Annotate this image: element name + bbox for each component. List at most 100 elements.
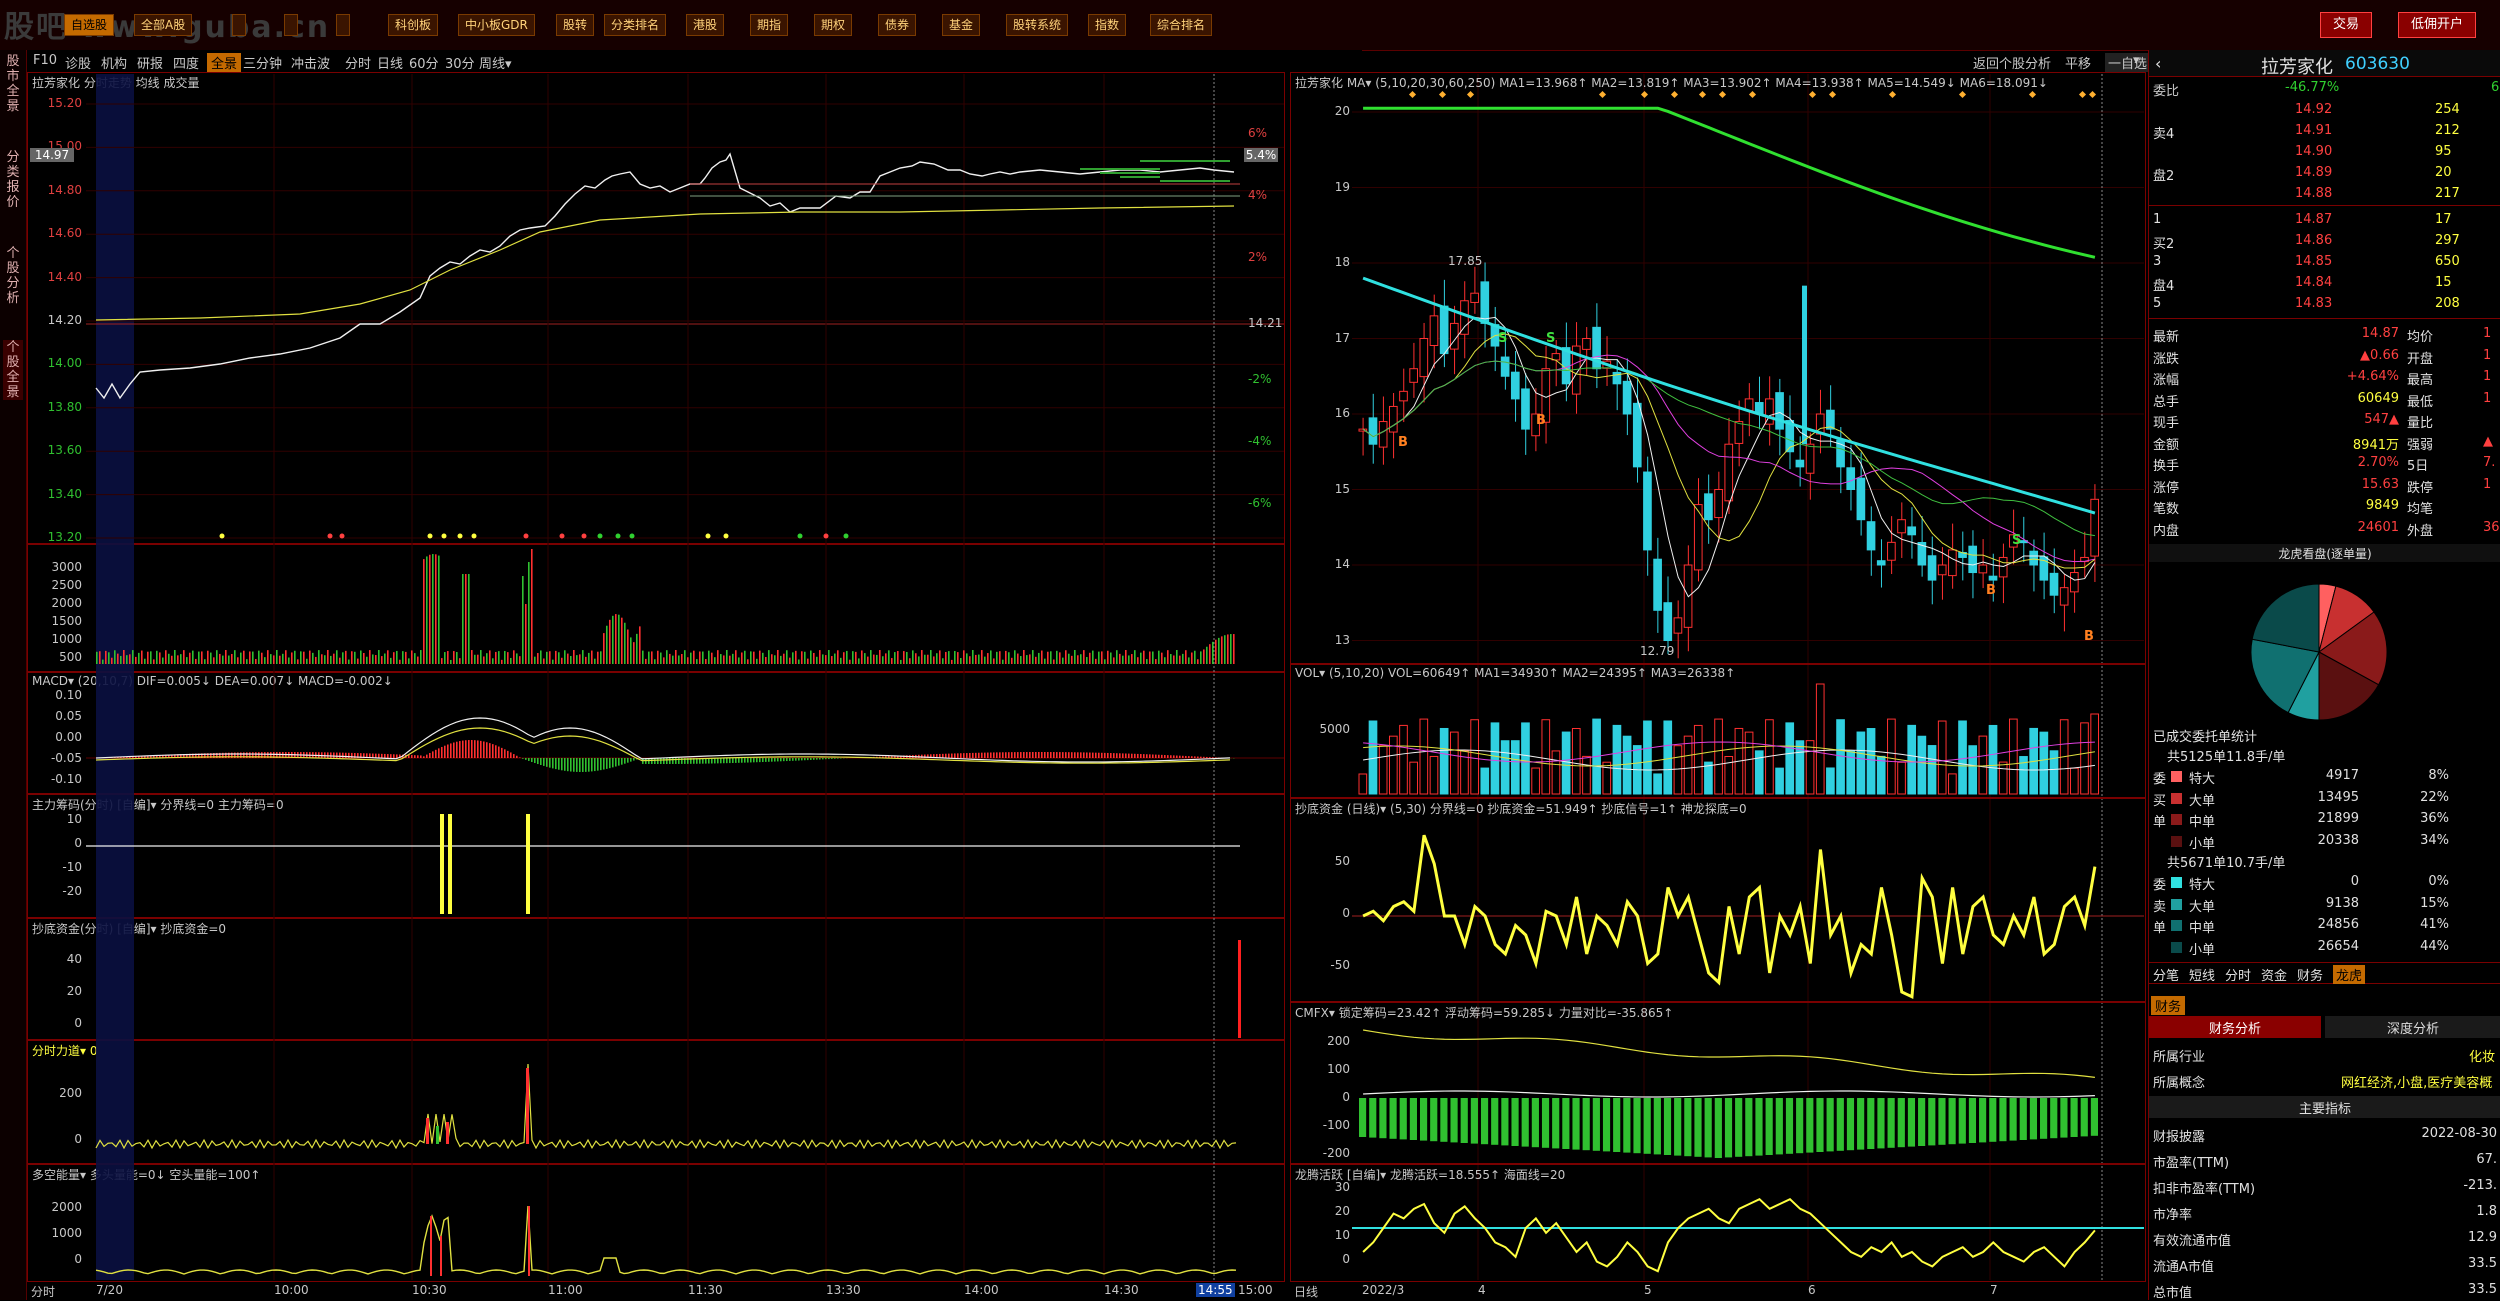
intraday-volume-bar [732,654,734,664]
macd-histogram-bar [726,758,728,763]
macd-histogram-bar [828,758,830,759]
intraday-volume-bar [1125,650,1127,664]
intraday-volume-bar [438,556,440,664]
macd-histogram-bar [582,758,584,772]
intraday-volume-bar [1029,654,1031,664]
macd-histogram-bar [1032,752,1034,758]
bid-row[interactable]: 买214.86297 [2149,231,2500,251]
intraday-volume-bar [132,650,134,664]
intraday-volume-bar [720,654,722,664]
signal-marker [560,534,565,539]
macd-histogram-bar [963,753,965,758]
macd-histogram-bar [819,758,821,760]
bottom-fund-axis-label: 40 [36,952,82,966]
intraday-volume-bar [597,652,599,664]
ask-row[interactable]: 14.9095 [2149,142,2500,162]
intraday-volume-bar [903,651,905,664]
intraday-volume-bar [360,651,362,664]
intraday-volume-bar [1095,659,1097,664]
macd-histogram-bar [555,758,557,769]
macd-histogram-bar [1023,752,1025,758]
daily-time-axis: 日线 2022/34567 [1290,1282,2146,1300]
intraday-price-label: 14.40 [36,270,82,284]
depth-bar [1120,176,1160,178]
signal-marker [844,534,849,539]
intraday-volume-bar [984,657,986,664]
ask-row[interactable]: 14.92254 [2149,100,2500,120]
intraday-volume-bar [1227,634,1229,664]
intraday-volume-bar [105,651,107,664]
ask-row[interactable]: 卖414.91212 [2149,121,2500,141]
intraday-price-label: 13.20 [36,530,82,544]
intraday-volume-bar [1020,656,1022,664]
back-chevron-icon[interactable]: ‹ [2155,54,2161,73]
intraday-volume-bar [594,659,596,664]
macd-histogram-bar [561,758,563,770]
macd-histogram-bar [1053,752,1055,758]
macd-histogram-bar [558,758,560,770]
intraday-volume-bar [354,652,356,664]
intraday-volume-bar [495,652,497,664]
ask-row[interactable]: 14.88217 [2149,184,2500,204]
macd-histogram-bar [438,748,440,758]
main-chip-spike [448,814,452,914]
macd-histogram-bar [570,758,572,772]
intraday-volume-bar [1113,657,1115,664]
daily-axis-mode[interactable]: 日线 [1294,1283,1318,1300]
bid-row[interactable]: 514.83208 [2149,294,2500,314]
intraday-volume-bar [150,651,152,664]
macd-histogram-bar [1185,756,1187,758]
daily-fund-header: 抄底资金 (日线)▾ (5,30) 分界线=0 抄底资金=51.949↑ 抄底信… [1295,800,1747,817]
quote-tab[interactable]: 短线 [2189,965,2215,984]
intraday-volume-bar [960,658,962,664]
bid-row[interactable]: 盘414.8415 [2149,273,2500,293]
intraday-volume-bar [543,658,545,664]
intraday-volume-bar [999,651,1001,664]
quote-tab[interactable]: 财务 [2297,965,2323,984]
macd-histogram-bar [432,751,434,758]
daily-bottom-fund-panel: 抄底资金 (日线)▾ (5,30) 分界线=0 抄底资金=51.949↑ 抄底信… [1290,798,2146,1002]
intraday-volume-bar [1044,659,1046,664]
fin-row: 扣非市盈率(TTM)-213. [2149,1176,2500,1196]
intraday-volume-bar [405,652,407,664]
intraday-volume-bar [822,654,824,664]
macd-histogram-bar [756,758,758,762]
intraday-volume-bar [432,554,434,664]
intraday-volume-bar [396,651,398,664]
macd-histogram-bar [1020,752,1022,758]
bid-row[interactable]: 114.8717 [2149,210,2500,230]
intraday-volume-bar [1230,634,1232,664]
quote-tab[interactable]: 分笔 [2153,965,2179,984]
intraday-volume-bar [156,651,158,664]
quote-tab[interactable]: 分时 [2225,965,2251,984]
macd-histogram-bar [417,755,419,758]
quote-tab[interactable]: 龙虎 [2333,965,2365,984]
intraday-volume-bar [579,654,581,664]
macd-histogram-bar [552,758,554,768]
macd-axis-label: -0.10 [36,772,82,786]
depth-bar [1080,168,1160,170]
macd-histogram-bar [1167,755,1169,758]
intraday-volume-bar [246,659,248,664]
intraday-volume-bar [1197,659,1199,664]
intraday-volume-bar [558,652,560,664]
macd-histogram-bar [1017,752,1019,758]
intraday-volume-bar [411,650,413,664]
intraday-volume-bar [576,655,578,664]
intraday-volume-bar [1005,651,1007,664]
intraday-volume-bar [1137,657,1139,664]
volume-axis-label: 1000 [36,632,82,646]
macd-axis-label: -0.05 [36,751,82,765]
intraday-volume-bar [1203,649,1205,664]
intraday-volume-bar [573,650,575,664]
intraday-volume-bar [351,651,353,664]
macd-histogram-bar [1122,753,1124,758]
quote-tab[interactable]: 资金 [2261,965,2287,984]
bid-row[interactable]: 314.85650 [2149,252,2500,272]
stat-row: 金额8941万强弱▲ [2149,432,2500,452]
ask-row[interactable]: 盘214.8920 [2149,163,2500,183]
intraday-volume-bar [474,655,476,664]
macd-histogram-bar [1047,752,1049,758]
intraday-volume-bar [1233,634,1235,664]
macd-histogram-bar [738,758,740,763]
